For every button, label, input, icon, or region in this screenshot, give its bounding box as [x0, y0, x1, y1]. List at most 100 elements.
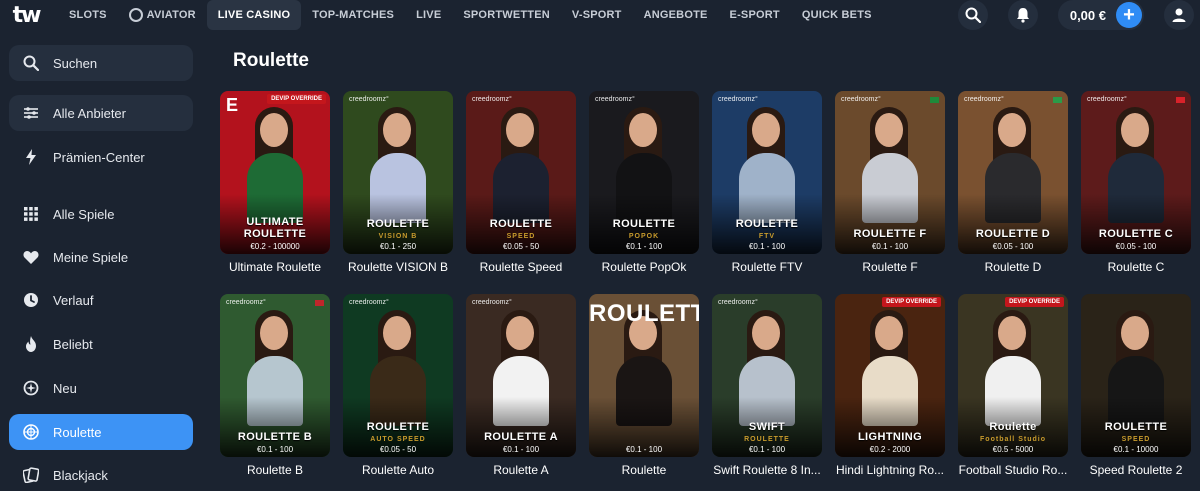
brand-logo[interactable]: tw [0, 0, 52, 30]
sidebar-item-beliebt[interactable]: Beliebt [9, 326, 193, 362]
clock-icon [23, 292, 39, 308]
game-title[interactable]: Roulette [589, 463, 699, 477]
lightning-icon [23, 149, 39, 165]
balance-widget[interactable]: 0,00 € + [1057, 0, 1144, 30]
sidebar-item-praemien-center[interactable]: Prämien-Center [9, 139, 193, 175]
game-title[interactable]: Roulette Speed [466, 260, 576, 274]
nav-e-sport[interactable]: E-SPORT [719, 0, 791, 30]
nav-label: QUICK BETS [801, 9, 872, 21]
game-card[interactable]: creedroomz° ROULETTE VISION B €0.1 - 250 Rou… [343, 91, 453, 274]
sidebar-item-verlauf[interactable]: Verlauf [9, 282, 193, 318]
game-title[interactable]: Roulette Auto [343, 463, 453, 477]
game-thumbnail[interactable]: creedroomz° ROULETTE C €0.05 - 100 [1081, 91, 1191, 254]
game-thumbnail[interactable]: creedroomz° ROULETTE SPEED €0.05 - 50 [466, 91, 576, 254]
sidebar-item-label: Neu [53, 380, 77, 396]
game-card[interactable]: ROULETTE SPEED €0.1 - 10000 Speed Roulette … [1081, 294, 1191, 477]
game-thumbnail[interactable]: creedroomz° ROULETTE A €0.1 - 100 [466, 294, 576, 457]
provider-logo: creedroomz° [718, 299, 758, 306]
game-title[interactable]: Roulette VISION B [343, 260, 453, 274]
sidebar-item-blackjack[interactable]: Blackjack [9, 457, 193, 491]
game-card[interactable]: creedroomz° ROULETTE AUTO SPEED €0.05 - 50 R… [343, 294, 453, 477]
deposit-plus-icon[interactable]: + [1116, 2, 1142, 28]
game-card[interactable]: creedroomz° ROULETTE D €0.05 - 100 Roulette… [958, 91, 1068, 274]
game-thumbnail[interactable]: creedroomz° SWIFT ROULETTE €0.1 - 100 [712, 294, 822, 457]
devip-override-badge: DEVIP OVERRIDE [267, 94, 326, 104]
nav-v-sport[interactable]: V-SPORT [561, 0, 633, 30]
game-title[interactable]: Roulette PopOk [589, 260, 699, 274]
game-thumbnail[interactable]: ROULETTE €0.1 - 100 [589, 294, 699, 457]
game-title[interactable]: Roulette F [835, 260, 945, 274]
game-title[interactable]: Roulette FTV [712, 260, 822, 274]
bet-limits: €0.1 - 100 [625, 242, 663, 251]
flag-icon [315, 300, 324, 306]
top-bar: tw SLOTS AVIATOR LIVE CASINO TOP-MATCHES… [0, 0, 1200, 30]
thumb-game-name: Roulette [989, 421, 1037, 433]
sidebar-item-label: Suchen [53, 55, 98, 71]
nav-slots[interactable]: SLOTS [58, 0, 118, 30]
nav-live[interactable]: LIVE [405, 0, 452, 30]
sidebar-item-search[interactable]: Suchen [9, 45, 193, 81]
game-title[interactable]: Roulette D [958, 260, 1068, 274]
game-title[interactable]: Swift Roulette 8 In... [712, 463, 822, 477]
game-card[interactable]: creedroomz° ROULETTE A €0.1 - 100 Roulette … [466, 294, 576, 477]
game-thumbnail[interactable]: creedroomz° ROULETTE VISION B €0.1 - 250 [343, 91, 453, 254]
dealer-face [752, 316, 780, 350]
dealer-face [1121, 113, 1149, 147]
sidebar-item-alle-spiele[interactable]: Alle Spiele [9, 196, 193, 232]
sidebar-item-label: Blackjack [53, 467, 108, 483]
game-thumbnail[interactable]: creedroomz° ROULETTE POPOK €0.1 - 100 [589, 91, 699, 254]
game-thumbnail[interactable]: DEVIP OVERRIDE Roulette Football Studio €0.… [958, 294, 1068, 457]
user-icon [1172, 8, 1186, 22]
game-title[interactable]: Roulette C [1081, 260, 1191, 274]
game-thumbnail[interactable]: creedroomz° ROULETTE FTV €0.1 - 100 [712, 91, 822, 254]
game-thumbnail[interactable]: creedroomz° ROULETTE D €0.05 - 100 [958, 91, 1068, 254]
game-thumbnail[interactable]: DEVIP OVERRIDE LIGHTNING €0.2 - 2000 [835, 294, 945, 457]
game-card[interactable]: creedroomz° ROULETTE B €0.1 - 100 Roulette … [220, 294, 330, 477]
game-card[interactable]: DEVIP OVERRIDE LIGHTNING €0.2 - 2000 Hindi … [835, 294, 945, 477]
header-search-button[interactable] [957, 0, 988, 30]
account-button[interactable] [1164, 0, 1194, 30]
game-card[interactable]: creedroomz° SWIFT ROULETTE €0.1 - 100 Swift … [712, 294, 822, 477]
bet-limits: €0.1 - 10000 [1113, 445, 1159, 454]
nav-quick-bets[interactable]: QUICK BETS [791, 0, 883, 30]
sparkle-icon [23, 380, 39, 396]
dealer-face [260, 316, 288, 350]
game-card[interactable]: creedroomz° ROULETTE POPOK €0.1 - 100 Roulet… [589, 91, 699, 274]
notifications-button[interactable] [1007, 0, 1038, 30]
grid-icon [23, 206, 39, 222]
game-card[interactable]: creedroomz° ROULETTE SPEED €0.05 - 50 Roulet… [466, 91, 576, 274]
game-title[interactable]: Football Studio Ro... [958, 463, 1068, 477]
sidebar-item-meine-spiele[interactable]: Meine Spiele [9, 239, 193, 275]
game-title[interactable]: Speed Roulette 2 [1081, 463, 1191, 477]
game-title[interactable]: Roulette A [466, 463, 576, 477]
nav-aviator[interactable]: AVIATOR [118, 0, 207, 30]
dealer-face [506, 316, 534, 350]
game-card[interactable]: DEVIP OVERRIDE Roulette Football Studio €0.… [958, 294, 1068, 477]
game-card[interactable]: creedroomz° ROULETTE F €0.1 - 100 Roulette … [835, 91, 945, 274]
thumb-subtitle: VISION B [378, 233, 418, 240]
sidebar-item-roulette[interactable]: Roulette [9, 414, 193, 450]
game-thumbnail[interactable]: DEVIP OVERRIDE E ULTIMATE ROULETTE €0.2 - 1… [220, 91, 330, 254]
game-card[interactable]: creedroomz° ROULETTE C €0.05 - 100 Roulette… [1081, 91, 1191, 274]
dealer-face [752, 113, 780, 147]
nav-live-casino[interactable]: LIVE CASINO [206, 0, 302, 30]
thumb-game-name: ROULETTE [612, 218, 676, 230]
game-title[interactable]: Ultimate Roulette [220, 260, 330, 274]
game-thumbnail[interactable]: creedroomz° ROULETTE F €0.1 - 100 [835, 91, 945, 254]
dealer-face [875, 113, 903, 147]
game-thumbnail[interactable]: creedroomz° ROULETTE B €0.1 - 100 [220, 294, 330, 457]
nav-top-matches[interactable]: TOP-MATCHES [301, 0, 405, 30]
game-card[interactable]: creedroomz° ROULETTE FTV €0.1 - 100 Roulette… [712, 91, 822, 274]
nav-angebote[interactable]: ANGEBOTE [633, 0, 719, 30]
nav-sportwetten[interactable]: SPORTWETTEN [452, 0, 561, 30]
game-thumbnail[interactable]: ROULETTE SPEED €0.1 - 10000 [1081, 294, 1191, 457]
game-title[interactable]: Roulette B [220, 463, 330, 477]
nav-label: SPORTWETTEN [463, 9, 550, 21]
game-title[interactable]: Hindi Lightning Ro... [835, 463, 945, 477]
bet-limits: €0.1 - 100 [748, 445, 786, 454]
game-thumbnail[interactable]: creedroomz° ROULETTE AUTO SPEED €0.05 - 50 [343, 294, 453, 457]
game-card[interactable]: ROULETTE €0.1 - 100 Roulette [589, 294, 699, 477]
sidebar-item-alle-anbieter[interactable]: Alle Anbieter [9, 95, 193, 131]
sidebar-item-neu[interactable]: Neu [9, 370, 193, 406]
game-card[interactable]: DEVIP OVERRIDE E ULTIMATE ROULETTE €0.2 - 1… [220, 91, 330, 274]
